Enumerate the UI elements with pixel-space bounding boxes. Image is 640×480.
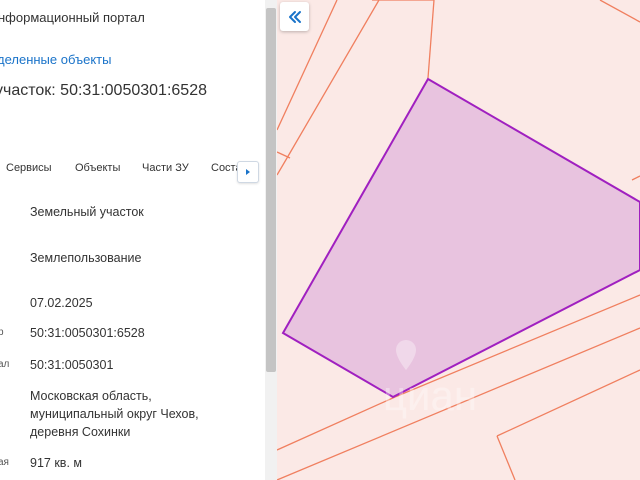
info-panel: нформационный портал деленные объекты уч… bbox=[0, 0, 265, 480]
tab-services[interactable]: Сервисы bbox=[6, 162, 52, 174]
tab-scroll-right-button[interactable] bbox=[237, 161, 259, 183]
date-value: 07.02.2025 bbox=[30, 296, 93, 310]
breadcrumb-link[interactable]: деленные объекты bbox=[0, 52, 111, 67]
cadastral-map: циан bbox=[277, 0, 640, 480]
caret-right-icon bbox=[246, 169, 250, 175]
tab-parcel-parts[interactable]: Части ЗУ bbox=[142, 162, 189, 174]
row-label: р bbox=[0, 327, 4, 338]
address-value: Московская область, муниципальный округ … bbox=[30, 389, 199, 439]
row-label: ал bbox=[0, 359, 10, 370]
boundary-line bbox=[277, 396, 396, 451]
boundary-line bbox=[496, 369, 640, 437]
panel-scrollbar-thumb[interactable] bbox=[266, 8, 276, 372]
map-view[interactable]: циан bbox=[277, 0, 640, 480]
selected-parcel[interactable] bbox=[281, 77, 640, 399]
collapse-panel-button[interactable] bbox=[280, 2, 309, 31]
boundary-line bbox=[599, 0, 640, 23]
tab-objects[interactable]: Объекты bbox=[75, 162, 120, 174]
object-type-value: Земельный участок bbox=[30, 205, 144, 219]
tab-bar: Сервисы Объекты Части ЗУ Соста bbox=[0, 158, 265, 182]
cadastral-quarter-value: 50:31:0050301 bbox=[30, 358, 114, 372]
cadastral-number-value: 50:31:0050301:6528 bbox=[30, 326, 145, 340]
double-chevron-left-icon bbox=[288, 10, 301, 23]
area-value: 917 кв. м bbox=[30, 456, 82, 470]
boundary-line bbox=[277, 157, 288, 176]
watermark-text: циан bbox=[383, 372, 477, 419]
subtype-value: Землепользование bbox=[30, 251, 142, 265]
boundary-line bbox=[496, 435, 516, 480]
row-label: ая bbox=[0, 457, 9, 468]
boundary-line bbox=[631, 175, 640, 181]
boundary-line bbox=[427, 0, 435, 79]
portal-title: нформационный портал bbox=[0, 10, 145, 25]
page-title: участок: 50:31:0050301:6528 bbox=[0, 82, 207, 99]
